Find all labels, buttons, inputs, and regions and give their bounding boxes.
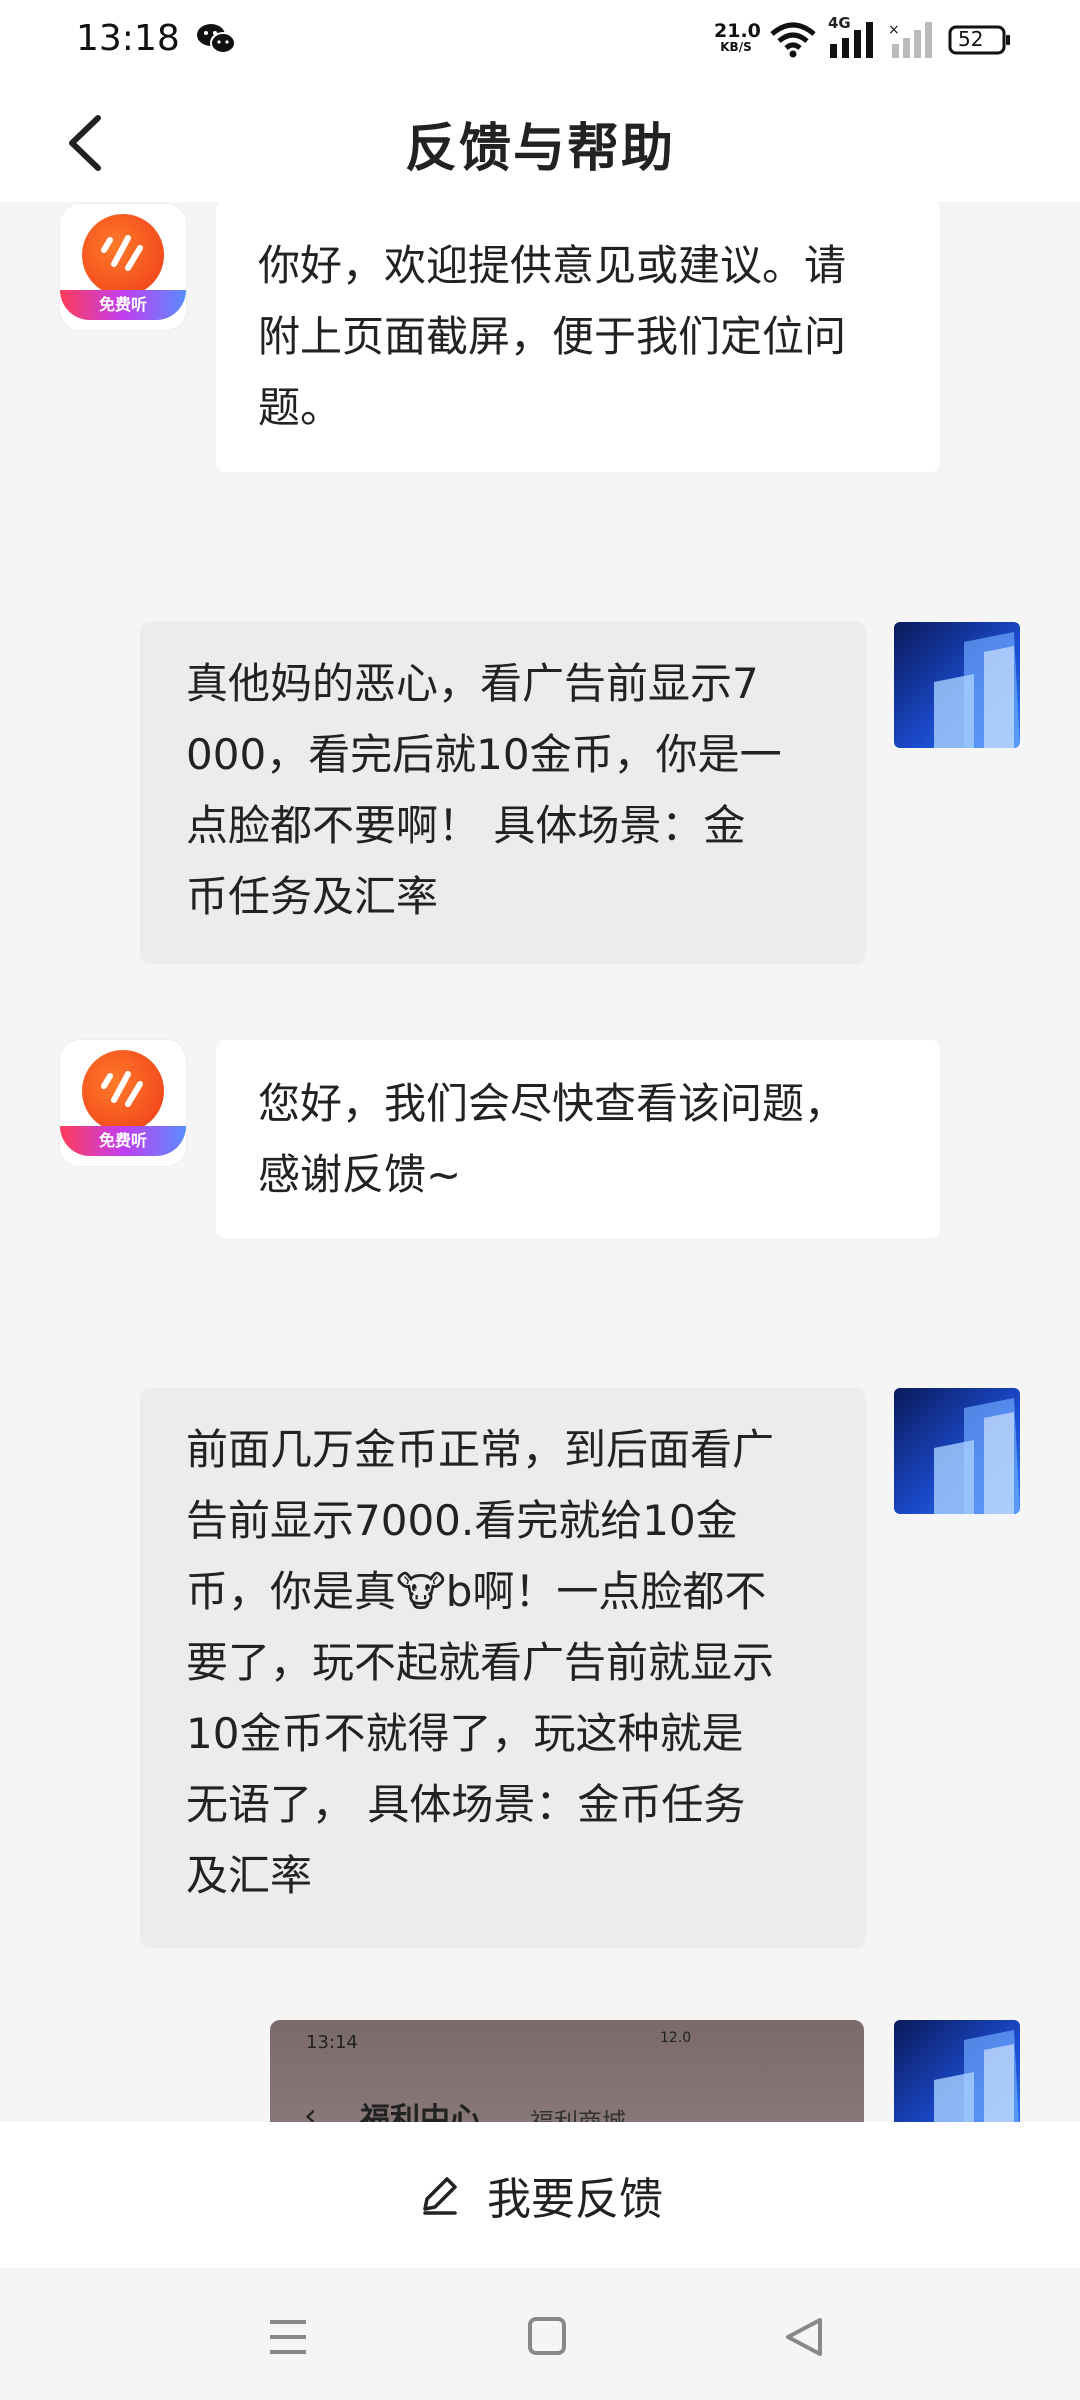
back-triangle-icon[interactable]	[774, 2312, 834, 2362]
home-square-icon[interactable]	[516, 2312, 576, 2362]
message-text: 你好，欢迎提供意见或建议。请 附上页面截屏，便于我们定位问 题。	[258, 241, 847, 432]
image-preview-title: 福利中心	[360, 2102, 480, 2122]
wifi-icon	[770, 22, 816, 58]
header: 反馈与帮助	[0, 82, 1080, 202]
feedback-button[interactable]: 我要反馈	[0, 2122, 1080, 2268]
chat-list[interactable]: 免费听 你好，欢迎提供意见或建议。请 附上页面截屏，便于我们定位问 题。 真他妈…	[0, 202, 1080, 2122]
user-avatar[interactable]	[894, 2020, 1020, 2122]
battery-icon: 52	[948, 24, 1012, 56]
image-preview-back-icon: ‹	[304, 2096, 317, 2122]
app-avatar-badge: 免费听	[60, 1126, 186, 1156]
app-avatar[interactable]: 免费听	[60, 204, 186, 330]
no-sim-signal-icon: ×	[888, 22, 932, 58]
app-avatar[interactable]: 免费听	[60, 1040, 186, 1166]
menu-icon[interactable]	[258, 2312, 318, 2362]
status-bar: 13:18 21.0 KB/S 4G × 52	[0, 0, 1080, 82]
user-avatar[interactable]	[894, 1388, 1020, 1514]
app-logo-icon	[82, 1050, 164, 1132]
image-preview-time: 13:14	[306, 2032, 358, 2053]
wechat-icon	[197, 24, 236, 54]
signal-icon	[830, 22, 873, 58]
navigation-bar	[0, 2268, 1080, 2400]
image-preview-subtitle: 福利商城	[530, 2108, 626, 2122]
app-avatar-badge: 免费听	[60, 290, 186, 320]
network-speed: 21.0 KB/S	[714, 20, 761, 55]
message-text: 真他妈的恶心，看广告前显示7 000，看完后就10金币，你是一 点脸都不要啊！ …	[186, 659, 782, 921]
pencil-icon	[423, 2177, 457, 2215]
message-bubble-app[interactable]: 你好，欢迎提供意见或建议。请 附上页面截屏，便于我们定位问 题。	[216, 202, 940, 472]
image-preview-speed: 12.0	[660, 2030, 692, 2046]
user-avatar[interactable]	[894, 622, 1020, 748]
status-time: 13:18	[76, 18, 180, 59]
message-image[interactable]: 13:14 12.0 ‹ 福利中心 福利商城	[270, 2020, 864, 2122]
battery-level: 52	[958, 27, 984, 51]
feedback-button-label: 我要反馈	[487, 2174, 663, 2225]
message-bubble-user[interactable]: 真他妈的恶心，看广告前显示7 000，看完后就10金币，你是一 点脸都不要啊！ …	[140, 622, 866, 964]
message-bubble-user[interactable]: 前面几万金币正常，到后面看广 告前显示7000.看完就给10金 币，你是真🐮b啊…	[140, 1388, 866, 1948]
app-logo-icon	[82, 214, 164, 296]
message-text: 前面几万金币正常，到后面看广 告前显示7000.看完就给10金 币，你是真🐮b啊…	[186, 1425, 775, 1900]
message-bubble-app[interactable]: 您好，我们会尽快查看该问题， 感谢反馈~	[216, 1040, 940, 1238]
page-title: 反馈与帮助	[404, 119, 675, 179]
message-text: 您好，我们会尽快查看该问题， 感谢反馈~	[258, 1079, 847, 1199]
svg-text:×: ×	[888, 22, 900, 38]
